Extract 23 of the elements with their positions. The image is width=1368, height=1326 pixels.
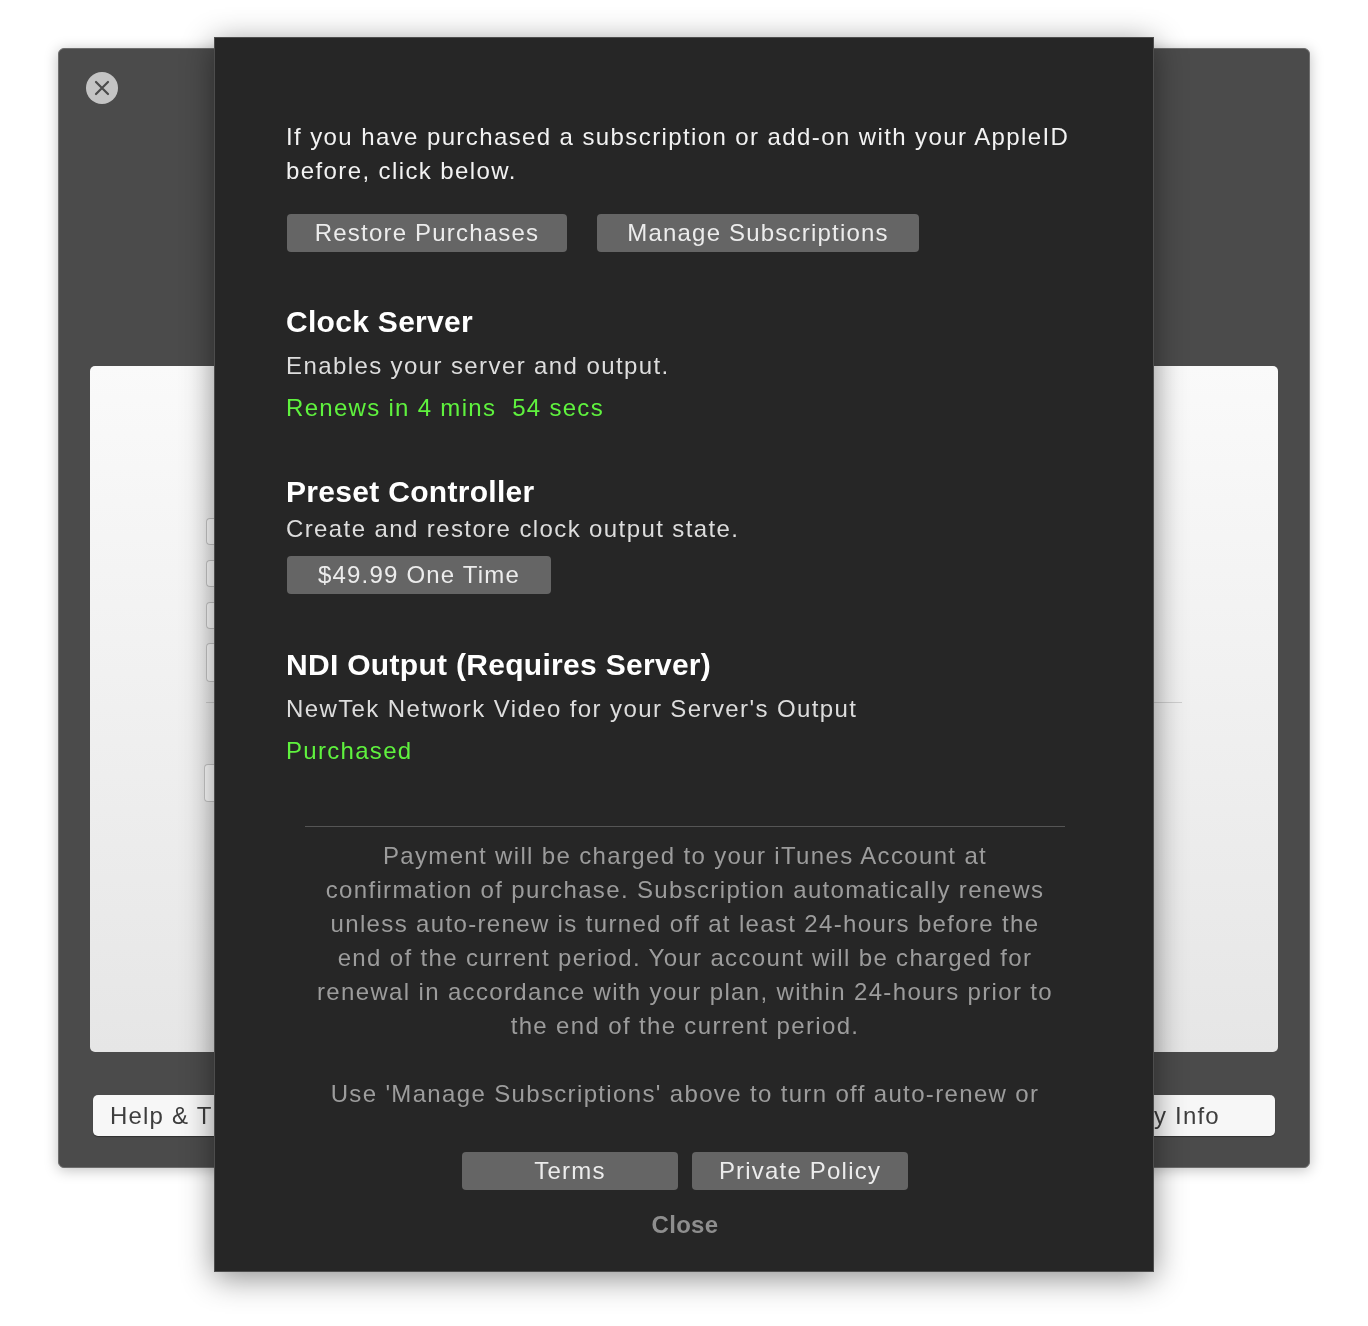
status-text: Renews in 4 mins 54 secs — [286, 393, 604, 423]
window-button[interactable]: Help & T — [93, 1095, 214, 1136]
input-field[interactable] — [206, 643, 214, 682]
input-field[interactable] — [206, 602, 214, 629]
close-button[interactable]: Close — [651, 1208, 719, 1242]
product-title: NDI Output (Requires Server) — [286, 647, 712, 683]
intro-text: If you have purchased a subscription or add-on with your AppleID before, click below. — [286, 122, 1071, 186]
manage-button[interactable]: Manage Subscriptions — [597, 214, 919, 252]
product-description: Create and restore clock output state. — [286, 514, 740, 544]
product-title: Clock Server — [286, 304, 474, 340]
close-icon[interactable] — [86, 72, 118, 104]
product-description: NewTek Network Video for your Server's Output — [286, 694, 858, 724]
status-text: Purchased — [286, 736, 413, 766]
input-field[interactable] — [204, 764, 214, 802]
terms-button[interactable]: Terms — [462, 1152, 678, 1190]
legal-text: Payment will be charged to your iTunes Account at confirmation of purchase. Subscription automatically renews unless auto-renew is turned off at least 24-hours before the end of the current period. Your account will be charged for renewal in accordance with your plan, within 24-hours prior to the end of the current period. — [315, 841, 1054, 1041]
product-title: Preset Controller — [286, 474, 535, 510]
window-button[interactable]: y Info — [1154, 1095, 1275, 1136]
restore-button[interactable]: Restore Purchases — [287, 214, 567, 252]
price-button[interactable]: $49.99 One Time — [287, 556, 551, 594]
legal-text: Use 'Manage Subscriptions' above to turn off auto-renew or — [330, 1079, 1040, 1109]
policy-button[interactable]: Private Policy — [692, 1152, 908, 1190]
product-description: Enables your server and output. — [286, 351, 670, 381]
